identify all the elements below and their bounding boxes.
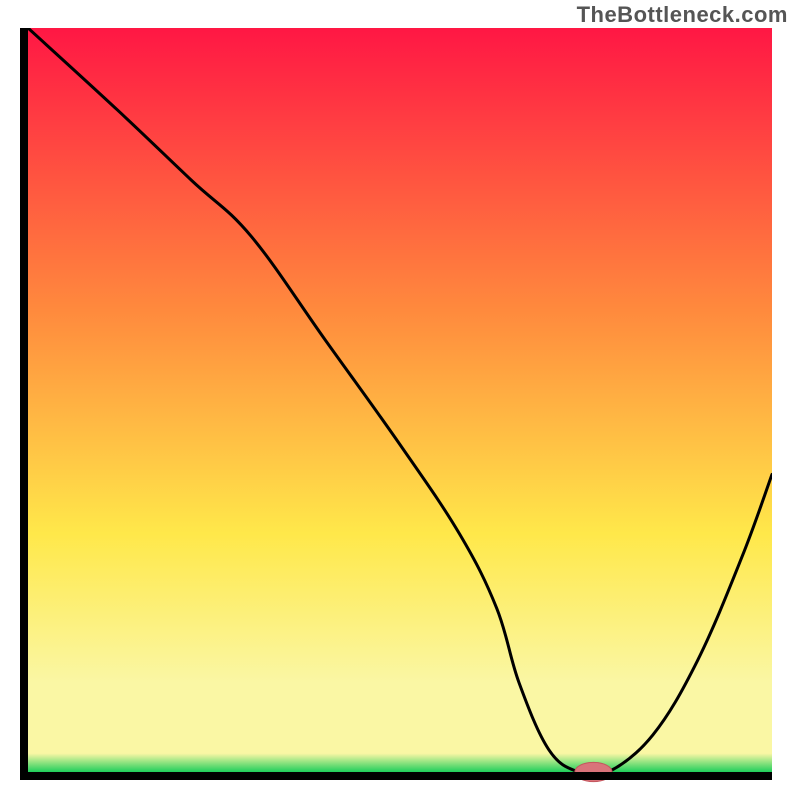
plot-background (28, 28, 772, 772)
chart-container: TheBottleneck.com (0, 0, 800, 800)
y-axis (20, 28, 28, 780)
x-axis (20, 772, 772, 780)
bottleneck-chart (0, 0, 800, 800)
attribution-text: TheBottleneck.com (577, 2, 788, 28)
